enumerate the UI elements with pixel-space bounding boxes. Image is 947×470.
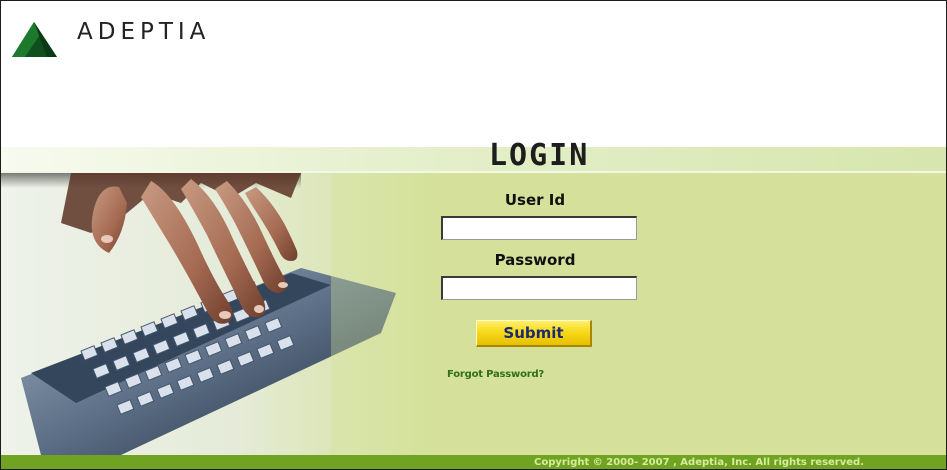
submit-button[interactable]: Submit	[476, 320, 592, 347]
adeptia-logo-icon	[12, 22, 57, 57]
login-page: ADEPTIA LOGIN User Id Password Submit Fo…	[0, 0, 947, 470]
copyright-text: Copyright © 2000- 2007 , Adeptia, Inc. A…	[533, 457, 864, 468]
footer-bar: Copyright © 2000- 2007 , Adeptia, Inc. A…	[1, 455, 946, 469]
login-form: User Id Password Submit Forgot Password?	[431, 173, 671, 455]
brand-name: ADEPTIA	[77, 19, 211, 45]
forgot-password-link[interactable]: Forgot Password?	[447, 369, 544, 380]
header: ADEPTIA	[1, 1, 946, 147]
login-panel: User Id Password Submit Forgot Password?	[1, 173, 946, 455]
keyboard-hand-image	[1, 173, 431, 455]
user-id-label: User Id	[504, 191, 566, 209]
password-input[interactable]	[441, 276, 637, 300]
user-id-input[interactable]	[441, 216, 637, 240]
title-band	[1, 147, 946, 173]
password-label: Password	[494, 251, 576, 269]
page-title: LOGIN	[489, 138, 590, 173]
